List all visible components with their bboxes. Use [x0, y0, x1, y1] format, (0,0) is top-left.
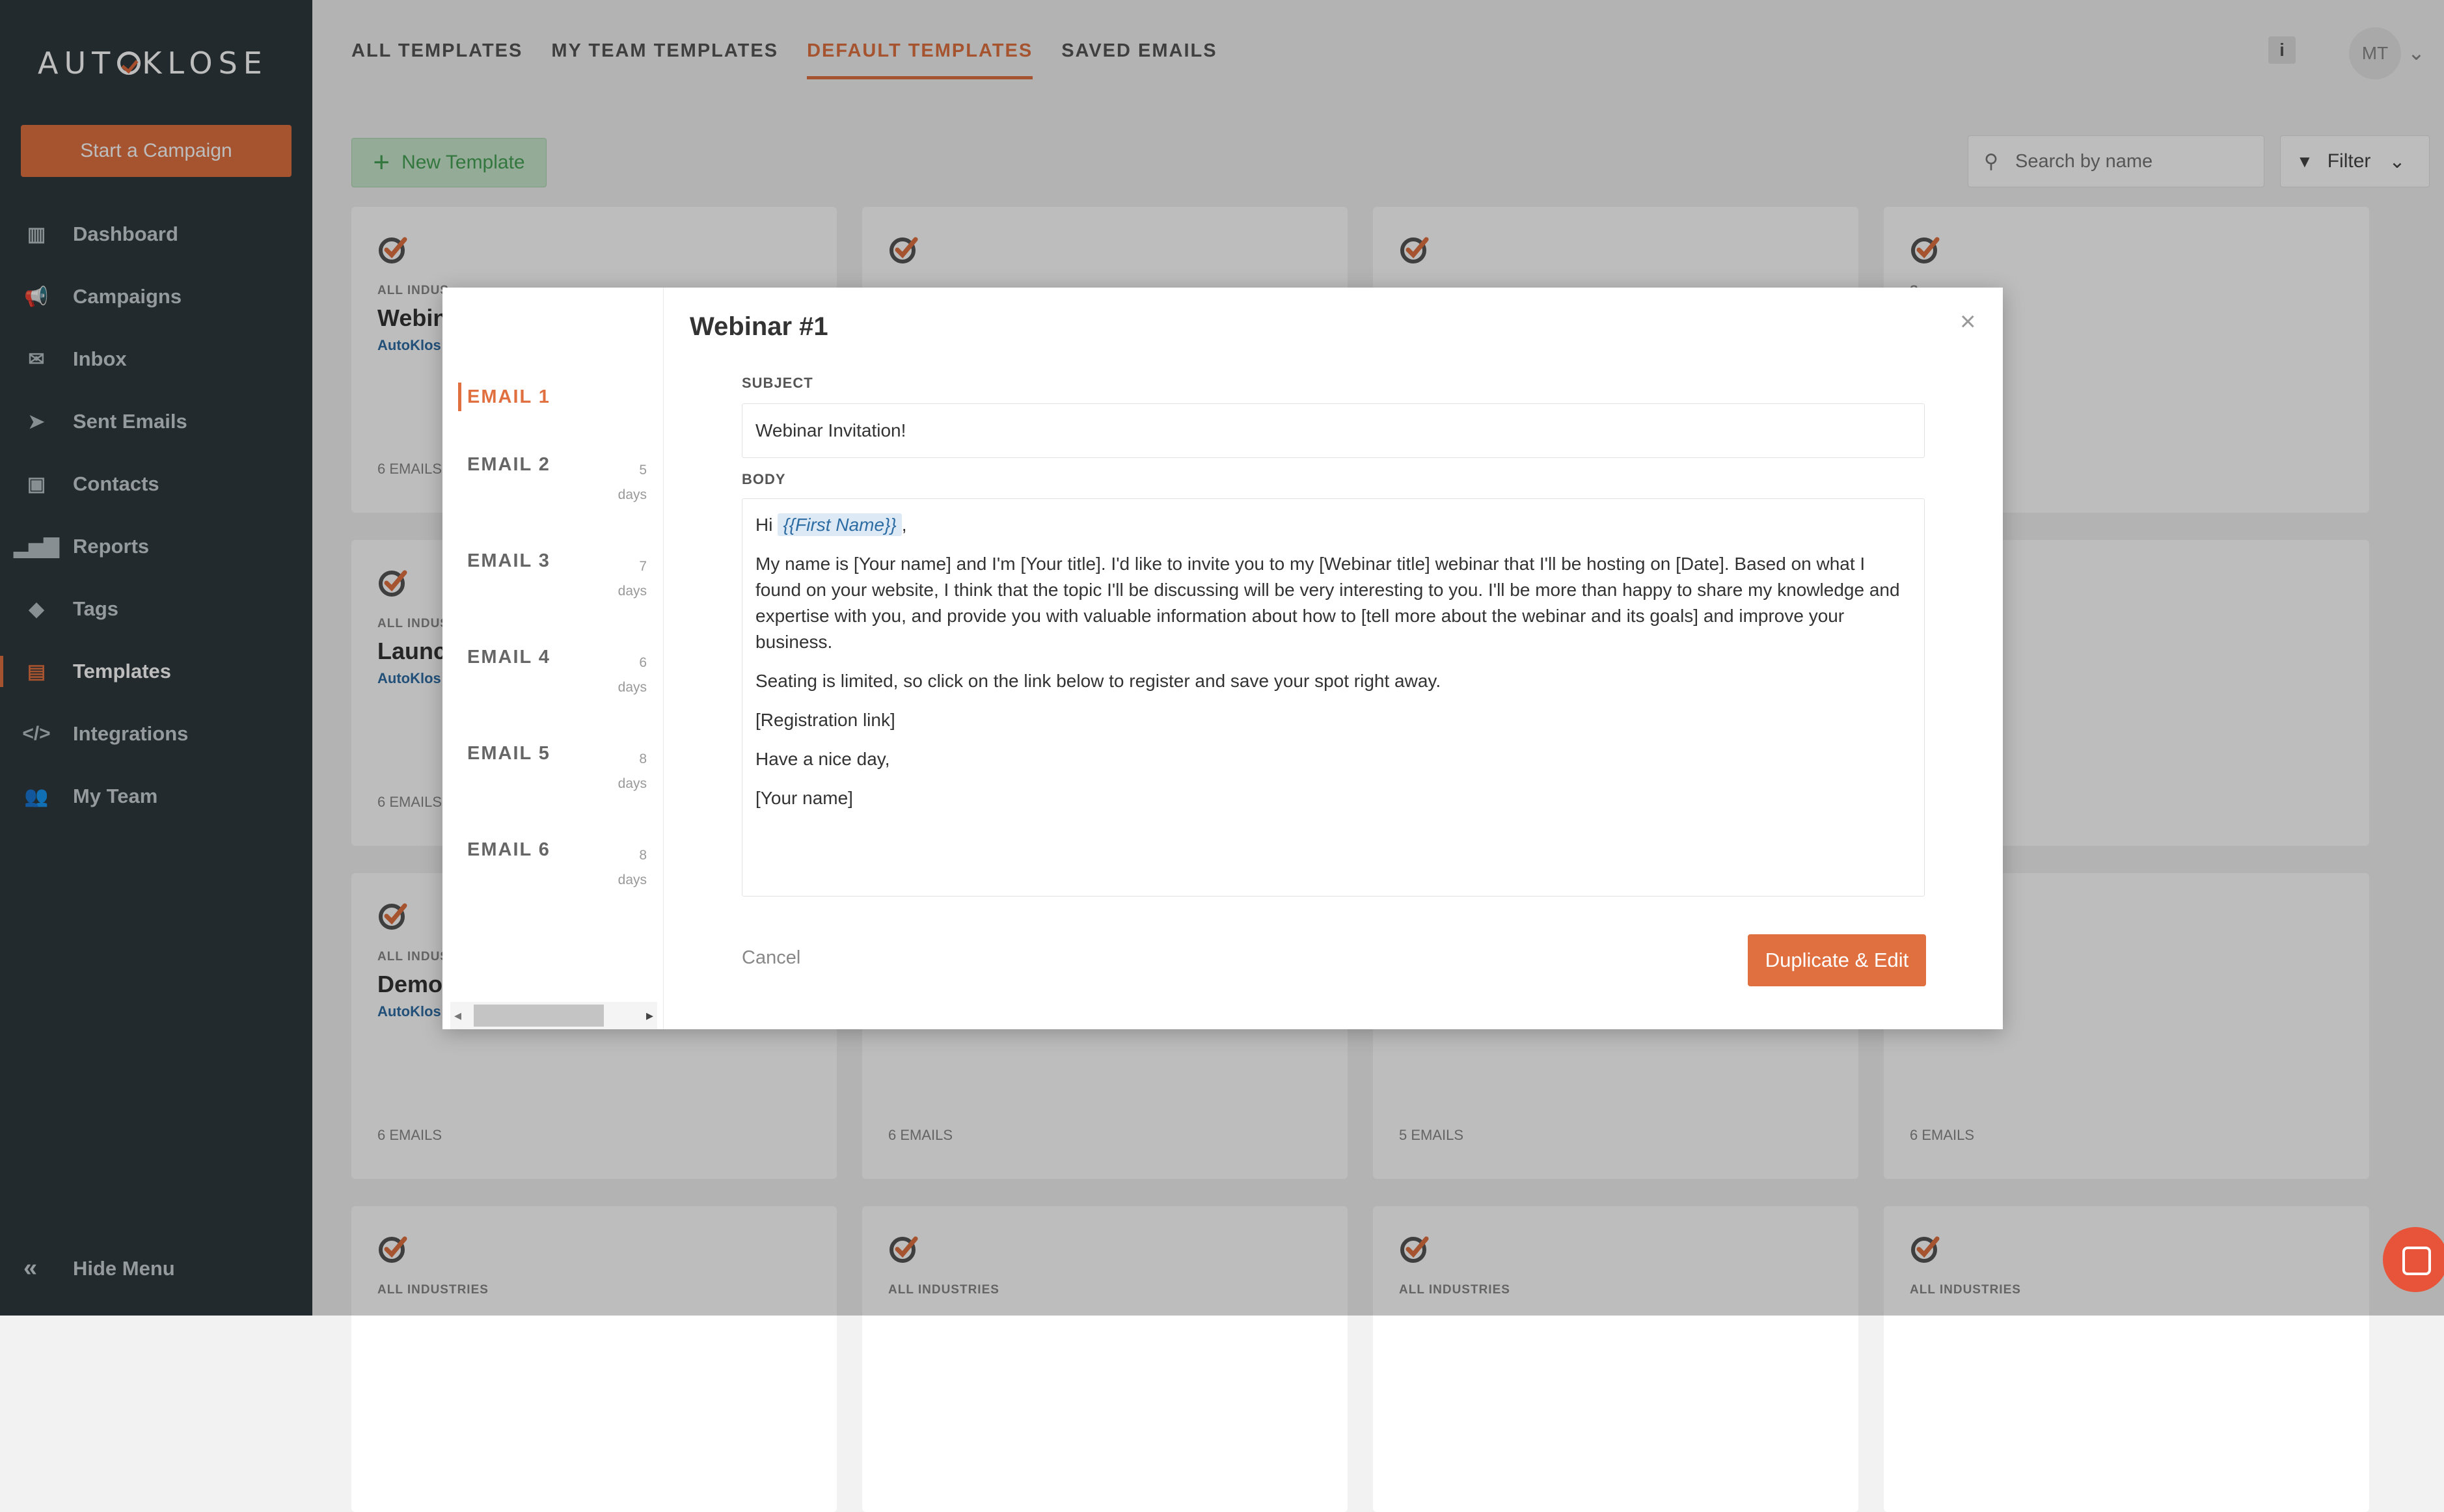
body-paragraph: Have a nice day, — [755, 749, 890, 769]
delay-unit: days — [618, 872, 647, 887]
email-step-delay: 7 days — [618, 554, 647, 604]
email-step-delay: 6 days — [618, 651, 647, 700]
horizontal-scrollbar[interactable]: ◂ ▸ — [450, 1002, 657, 1029]
chat-widget-icon[interactable] — [2383, 1227, 2444, 1292]
body-paragraph: [Your name] — [755, 788, 853, 808]
scroll-right-icon[interactable]: ▸ — [646, 1007, 653, 1024]
body-paragraph: Seating is limited, so click on the link… — [755, 671, 1441, 691]
body-label: BODY — [742, 471, 786, 487]
delay-number: 8 — [639, 848, 647, 863]
body-paragraph: My name is [Your name] and I'm [Your tit… — [755, 554, 1900, 652]
email-step-label: EMAIL 3 — [467, 550, 550, 571]
body-editor[interactable]: Hi {{First Name}}, My name is [Your name]… — [742, 498, 1925, 897]
email-step-delay: 5 days — [618, 458, 647, 507]
template-preview-modal: EMAIL 1 EMAIL 2 5 days EMAIL 3 7 days EMAIL 4 6 d… — [442, 288, 2003, 1029]
modal-title: Webinar #1 — [690, 312, 828, 341]
scroll-left-icon[interactable]: ◂ — [454, 1007, 461, 1024]
delay-number: 5 — [639, 463, 647, 478]
first-name-token[interactable]: {{First Name}} — [778, 513, 902, 536]
delay-unit: days — [618, 680, 647, 695]
scrollbar-thumb[interactable] — [474, 1005, 604, 1027]
cancel-button[interactable]: Cancel — [742, 947, 800, 969]
email-step-delay: 8 days — [618, 843, 647, 893]
delay-number: 7 — [639, 559, 647, 574]
delay-unit: days — [618, 776, 647, 791]
email-sequence-list: EMAIL 1 EMAIL 2 5 days EMAIL 3 7 days EMAIL 4 6 d… — [442, 288, 664, 1029]
email-step-label: EMAIL 4 — [467, 647, 550, 668]
duplicate-edit-button[interactable]: Duplicate & Edit — [1748, 934, 1926, 986]
delay-unit: days — [618, 487, 647, 502]
greeting-end: , — [901, 515, 907, 535]
email-step-label: EMAIL 6 — [467, 839, 550, 860]
subject-label: SUBJECT — [742, 375, 813, 391]
greeting-line: Hi {{First Name}}, — [755, 512, 1911, 538]
email-step-label: EMAIL 1 — [467, 386, 550, 407]
email-step-label: EMAIL 2 — [467, 454, 550, 475]
delay-number: 8 — [639, 751, 647, 766]
body-paragraph: [Registration link] — [755, 710, 895, 730]
email-step-delay: 8 days — [618, 747, 647, 796]
delay-number: 6 — [639, 655, 647, 670]
delay-unit: days — [618, 584, 647, 599]
email-step-label: EMAIL 5 — [467, 743, 550, 764]
subject-field[interactable]: Webinar Invitation! — [742, 403, 1925, 458]
close-icon[interactable]: × — [1960, 306, 1976, 337]
greeting-text: Hi — [755, 515, 773, 535]
